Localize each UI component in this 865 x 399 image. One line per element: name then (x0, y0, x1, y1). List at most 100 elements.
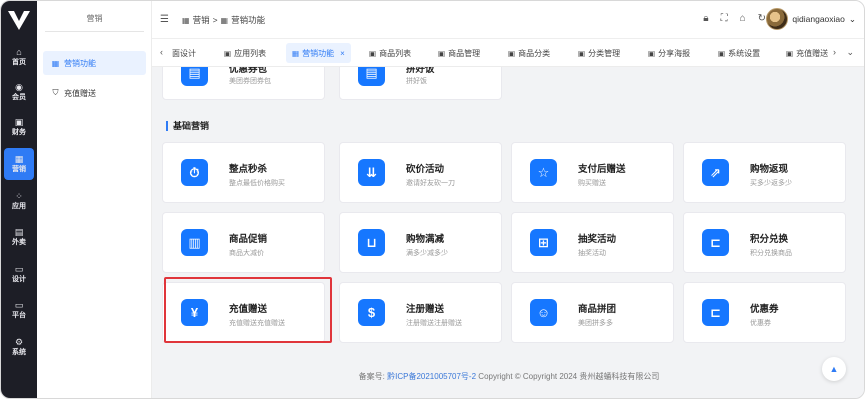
stopwatch-icon: ⏱ (181, 159, 208, 186)
nav-item-label: 应用 (12, 203, 26, 210)
card-desc: 满多少减多少 (406, 250, 448, 257)
grid-icon: ▦ (220, 15, 229, 25)
avatar[interactable] (766, 8, 789, 30)
tab-9[interactable]: ▣ 充值赠送 (780, 43, 834, 63)
nav-item-7[interactable]: ▭ 平台 (4, 294, 34, 326)
tab-3[interactable]: ▣ 商品列表 (363, 43, 417, 63)
card-desc: 美团券团券包 (229, 78, 271, 85)
star-icon: ☆ (530, 159, 557, 186)
nav-item-label: 首页 (12, 59, 26, 66)
card-title: 砍价活动 (406, 164, 445, 175)
nav-item-4[interactable]: ⁘ 应用 (4, 185, 34, 217)
card-desc: 购买赠送 (578, 180, 606, 187)
sidebar-item-recharge-gift[interactable]: ⛉ 充值赠送 (43, 81, 146, 105)
design-icon: ▭ (14, 264, 24, 274)
marketing-card[interactable]: ⊞ 抽奖活动 抽奖活动 (511, 212, 674, 273)
tab-2[interactable]: ▦ 营销功能 × (286, 43, 351, 63)
card-title: 抽奖活动 (578, 234, 617, 245)
card-title: 充值赠送 (229, 304, 268, 315)
marketing-card[interactable]: ⊏ 积分兑换 积分兑换商品 (683, 212, 846, 273)
chevron-down-icon[interactable]: ⌄ (846, 47, 854, 58)
lottery-icon: ⊞ (530, 229, 557, 256)
tab-icon: ▣ (718, 48, 726, 58)
tab-5[interactable]: ▣ 商品分类 (502, 43, 556, 63)
tab-icon: ▣ (438, 48, 446, 58)
marketing-card[interactable]: ⏱ 整点秒杀 整点最低价格购买 (162, 142, 325, 203)
tab-icon: ▣ (648, 48, 656, 58)
chevron-down-icon[interactable]: ⌄ (849, 14, 856, 25)
user-menu[interactable]: qidiangaoxiao ⌄ (766, 8, 856, 30)
username[interactable]: qidiangaoxiao (792, 14, 844, 24)
card-title: 积分兑换 (750, 234, 789, 245)
card-title: 拼好饭 (406, 67, 435, 75)
shield-icon: ⛉ (52, 88, 59, 97)
chevron-left-icon[interactable]: ‹ (160, 47, 163, 57)
nav-item-3[interactable]: ▦ 营销 (4, 148, 34, 180)
card-desc: 充值赠送充值赠送 (229, 320, 285, 327)
tab-label: 充值赠送 (796, 48, 829, 58)
card-title: 购物满减 (406, 234, 445, 245)
tab-icon: ▣ (578, 48, 586, 58)
top-header: ☰ ▦ 营销 > ▦ 营销功能 🔒︎ ⛶ ⌂ ↻ qidiangaoxiao ⌄ (152, 1, 864, 39)
footer-copyright: Copyright © Copyright 2024 贵州越蛹科技有限公司 (478, 372, 660, 381)
yen-icon: ¥ (181, 299, 208, 326)
back-to-top-button[interactable]: ▲ (822, 357, 846, 381)
nav-item-1[interactable]: ◉ 会员 (4, 76, 34, 108)
tab-label: 商品列表 (379, 48, 412, 58)
nav-item-8[interactable]: ⚙ 系统 (4, 331, 34, 363)
marketing-card[interactable]: ¥ 充值赠送 充值赠送充值赠送 (162, 282, 325, 343)
card-desc: 抽奖活动 (578, 250, 606, 257)
fullscreen-icon[interactable]: ⛶ (721, 13, 728, 24)
main-content: ▤ 优惠券包 美团券团券包 ▤ 拼好饭 拼好饭 基础营销 ⏱ 整点秒杀 整点最低价格… (152, 67, 864, 398)
tab-label: 分类管理 (588, 48, 621, 58)
close-icon[interactable]: × (340, 49, 345, 58)
lock-icon[interactable]: 🔒︎ (703, 13, 708, 24)
icp-link[interactable]: 黔ICP备2021005707号-2 (387, 372, 476, 381)
secondary-sidebar-title: 营销 (37, 13, 152, 32)
partial-card[interactable]: ▤ 拼好饭 拼好饭 (339, 67, 502, 100)
sidebar-item-marketing-features[interactable]: ▦ 营销功能 (43, 51, 146, 75)
footer-prefix: 备案号: (358, 372, 385, 381)
menu-collapse-icon[interactable]: ☰ (160, 14, 169, 25)
marketing-card[interactable]: ☆ 支付后赠送 购买赠送 (511, 142, 674, 203)
platform-icon: ▭ (14, 300, 24, 310)
tag-icon[interactable]: ⌂ (740, 13, 746, 24)
refresh-icon[interactable]: ↻ (758, 13, 766, 24)
tab-label: 分享海报 (658, 48, 691, 58)
chevron-right-icon[interactable]: › (833, 47, 836, 57)
logo-icon[interactable] (7, 9, 31, 31)
marketing-icon: ▦ (14, 154, 24, 164)
nav-item-0[interactable]: ⌂ 首页 (4, 41, 34, 73)
partial-card[interactable]: ▤ 优惠券包 美团券团券包 (162, 67, 325, 100)
marketing-card[interactable]: $ 注册赠送 注册赠送注册赠送 (339, 282, 502, 343)
marketing-card[interactable]: ⇊ 砍价活动邀请好友砍一刀 (339, 142, 502, 203)
cart-icon: ⊔ (358, 229, 385, 256)
tab-0[interactable]: 面设计 (166, 43, 202, 63)
nav-item-6[interactable]: ▭ 设计 (4, 258, 34, 290)
marketing-card[interactable]: ⊔ 购物满减满多少减多少 (339, 212, 502, 273)
apps-icon: ⁘ (15, 191, 23, 201)
tab-8[interactable]: ▣ 系统设置 (712, 43, 766, 63)
breadcrumb-item[interactable]: 营销 (193, 14, 210, 26)
group-buy-icon: ☺ (530, 299, 557, 326)
card-desc: 邀请好友砍一刀 (406, 180, 455, 187)
grid-icon: ▦ (182, 15, 190, 25)
marketing-card[interactable]: ☺ 商品拼团 美团拼多多 (511, 282, 674, 343)
nav-item-2[interactable]: ▣ 财务 (4, 111, 34, 143)
card-title: 优惠券 (750, 304, 779, 315)
tab-icon: ▣ (224, 48, 232, 58)
tab-4[interactable]: ▣ 商品管理 (432, 43, 486, 63)
system-icon: ⚙ (14, 337, 24, 347)
tab-7[interactable]: ▣ 分享海报 (642, 43, 696, 63)
section-accent-bar (166, 120, 168, 131)
promotion-icon: ▥ (181, 229, 208, 256)
nav-item-5[interactable]: ▤ 外卖 (4, 221, 34, 253)
marketing-card[interactable]: ▥ 商品促销 商品大减价 (162, 212, 325, 273)
tab-icon: ▦ (292, 48, 300, 58)
bargain-icon: ⇊ (358, 159, 385, 186)
marketing-card[interactable]: ⊏ 优惠券 优惠券 (683, 282, 846, 343)
nav-item-label: 营销 (12, 166, 26, 173)
tab-1[interactable]: ▣ 应用列表 (218, 43, 272, 63)
tab-6[interactable]: ▣ 分类管理 (572, 43, 626, 63)
marketing-card[interactable]: ⇗ 购物返现 买多少返多少 (683, 142, 846, 203)
